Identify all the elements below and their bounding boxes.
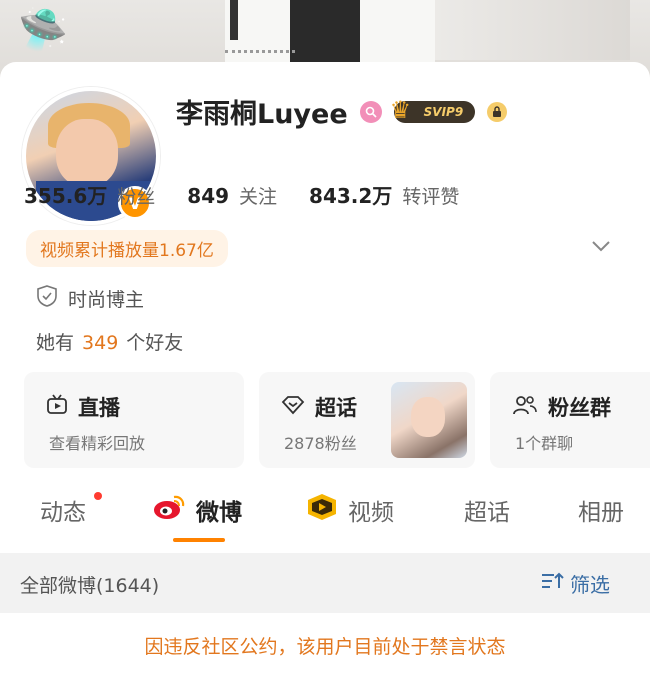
fan-group-title-label: 粉丝群 bbox=[548, 396, 611, 420]
avatar-face bbox=[56, 119, 118, 187]
tab-video[interactable]: 视频 bbox=[306, 490, 394, 530]
supertopic-subtitle: 2878粉丝 bbox=[284, 434, 357, 453]
supertopic-thumbnail[interactable] bbox=[391, 382, 467, 458]
crown-icon: ♛ bbox=[389, 95, 412, 124]
chevron-down-icon[interactable] bbox=[591, 233, 611, 258]
friends-prefix: 她有 bbox=[36, 332, 75, 354]
cover-chain bbox=[225, 20, 295, 53]
tab-feed[interactable]: 动态 bbox=[40, 490, 102, 530]
friends-row[interactable]: 她有 349 个好友 bbox=[36, 328, 183, 355]
friends-count: 349 bbox=[82, 332, 119, 354]
ban-notice: 因违反社区公约，该用户目前处于禁言状态 bbox=[144, 636, 506, 658]
live-title: 直播 bbox=[46, 392, 120, 422]
tab-album[interactable]: 相册 bbox=[578, 490, 624, 530]
filter-label: 筛选 bbox=[570, 573, 610, 597]
video-play-icon bbox=[306, 493, 338, 527]
followers-label[interactable]: 粉丝 bbox=[117, 182, 155, 209]
tab-album-label: 相册 bbox=[578, 500, 624, 526]
live-title-label: 直播 bbox=[78, 396, 120, 420]
cover-dark-region bbox=[290, 0, 360, 70]
thumbnail-face bbox=[411, 397, 445, 437]
active-tab-indicator bbox=[173, 538, 225, 542]
following-count[interactable]: 849 bbox=[187, 184, 229, 208]
tab-feed-label: 动态 bbox=[40, 500, 86, 526]
weibo-logo-icon bbox=[152, 493, 186, 527]
tab-weibo-label: 微博 bbox=[196, 500, 242, 526]
supertopic-title: 超话 bbox=[281, 392, 357, 422]
live-tile[interactable]: 直播 查看精彩回放 bbox=[24, 372, 244, 468]
likes-count[interactable]: 843.2万 bbox=[309, 180, 392, 209]
filter-button[interactable]: 筛选 bbox=[540, 569, 610, 598]
content-tabs: 动态 微博 视频 超话 相册 bbox=[0, 490, 650, 550]
tab-supertopic-label: 超话 bbox=[464, 500, 510, 526]
filter-bar: 全部微博(1644) 筛选 bbox=[0, 553, 650, 613]
following-label[interactable]: 关注 bbox=[239, 182, 277, 209]
tv-icon bbox=[46, 393, 68, 421]
group-icon bbox=[512, 394, 538, 421]
name-row: 李雨桐Luyee ♛ SVIP9 bbox=[176, 92, 508, 131]
all-posts-count[interactable]: 全部微博(1644) bbox=[20, 571, 159, 598]
shield-icon bbox=[36, 284, 58, 313]
lock-icon[interactable] bbox=[487, 101, 508, 122]
tab-weibo[interactable]: 微博 bbox=[152, 490, 242, 530]
friends-suffix: 个好友 bbox=[126, 332, 184, 354]
svip-label: SVIP9 bbox=[423, 104, 464, 119]
ufo-icon: 🛸 bbox=[18, 7, 68, 53]
supertopic-tile[interactable]: 超话 2878粉丝 bbox=[259, 372, 475, 468]
supertopic-title-label: 超话 bbox=[315, 396, 357, 420]
followers-count[interactable]: 355.6万 bbox=[24, 180, 107, 209]
username: 李雨桐Luyee bbox=[176, 99, 348, 130]
fan-group-tile[interactable]: 粉丝群 1个群聊 bbox=[490, 372, 650, 468]
profession-tag: 时尚博主 bbox=[36, 284, 144, 313]
fan-group-title: 粉丝群 bbox=[512, 392, 611, 422]
likes-label[interactable]: 转评赞 bbox=[402, 182, 459, 209]
tab-supertopic[interactable]: 超话 bbox=[464, 490, 510, 530]
diamond-icon bbox=[281, 395, 305, 420]
svip-badge[interactable]: ♛ SVIP9 bbox=[390, 96, 476, 124]
profession-label: 时尚博主 bbox=[68, 289, 145, 311]
filter-icon bbox=[540, 571, 564, 596]
live-subtitle: 查看精彩回放 bbox=[49, 434, 146, 453]
video-plays-badge[interactable]: 视频累计播放量1.67亿 bbox=[26, 230, 228, 267]
notification-dot bbox=[94, 492, 102, 500]
stats-row: 355.6万 粉丝 849 关注 843.2万 转评赞 bbox=[24, 180, 491, 209]
fan-group-subtitle: 1个群聊 bbox=[515, 434, 574, 453]
search-badge-icon[interactable] bbox=[359, 100, 382, 123]
tab-video-label: 视频 bbox=[348, 500, 394, 526]
